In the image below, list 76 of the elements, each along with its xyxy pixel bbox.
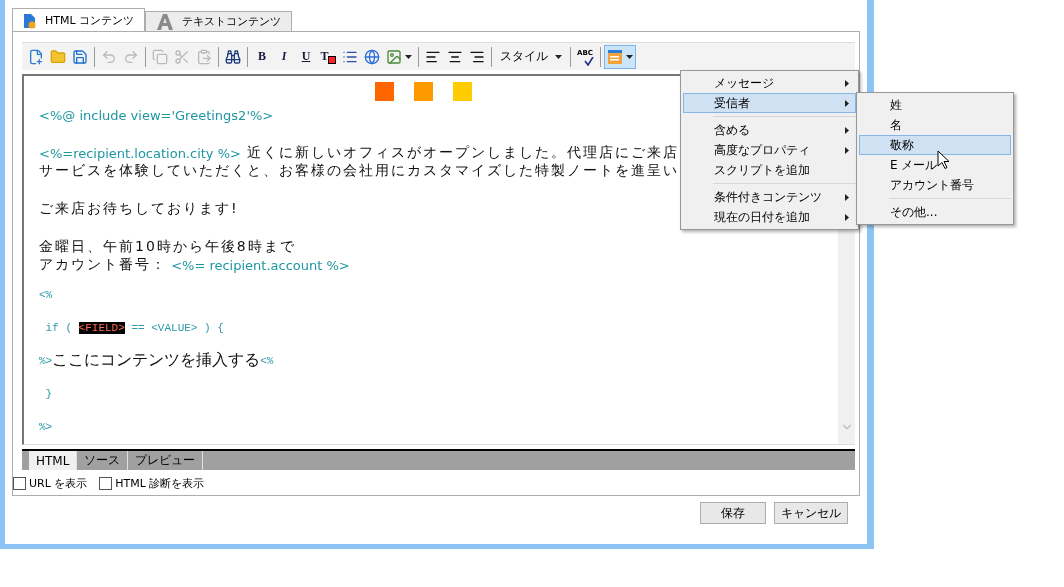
code-text: == <VALUE> ) { — [130, 321, 224, 334]
menu-item[interactable]: 含める — [683, 120, 856, 140]
mouse-pointer-icon — [937, 150, 950, 170]
menu-item[interactable]: 受信者 — [683, 93, 856, 113]
caret-icon — [405, 54, 412, 59]
submenu-arrow-icon — [845, 79, 849, 87]
field-placeholder: <FIELD> — [78, 321, 125, 334]
content-tab[interactable]: HTML コンテンツ — [12, 8, 146, 32]
code-text: if ( — [44, 321, 73, 334]
menu-item[interactable]: 条件付きコンテンツ — [683, 187, 856, 207]
body-text: ご来店お待ちしております! — [39, 200, 239, 218]
text-color-button[interactable]: T — [317, 44, 339, 69]
code-text: %> — [39, 354, 53, 367]
submenu-arrow-icon — [845, 126, 849, 134]
content-tab[interactable]: テキストコンテンツ — [145, 11, 293, 32]
code-text: <% — [260, 354, 274, 367]
image-icon — [386, 48, 402, 65]
body-text: 近くに新しいオフィスがオープンしました。代理店にご来店 — [246, 144, 680, 162]
folder-icon — [50, 48, 66, 65]
html-editor[interactable] — [22, 74, 855, 445]
check-icon — [583, 56, 594, 66]
underline-button[interactable]: U — [295, 44, 317, 69]
color-square-icon — [327, 55, 336, 64]
view-tab[interactable]: プレビュー — [128, 451, 204, 470]
menu-item[interactable]: スクリプトを追加 — [683, 160, 856, 180]
binoculars-icon — [225, 48, 241, 65]
menu-item[interactable]: 姓 — [859, 95, 1011, 115]
copy-icon — [152, 48, 168, 65]
menu-item[interactable]: 名 — [859, 115, 1011, 135]
new-document-icon — [28, 48, 44, 65]
globe-icon — [364, 48, 380, 65]
code-text: } — [44, 387, 53, 400]
undo-icon — [101, 48, 117, 65]
caret-icon — [625, 54, 633, 59]
checkbox-label: HTML 診断を表示 — [115, 476, 205, 491]
redo-icon — [123, 48, 139, 65]
html-document-icon — [23, 12, 37, 29]
submenu-arrow-icon — [845, 193, 849, 201]
panel-icon — [606, 48, 623, 65]
save-icon — [72, 48, 88, 65]
menu-item[interactable]: メッセージ — [683, 73, 856, 93]
code-text: <%=recipient.location.city %> — [39, 145, 241, 161]
menu-item[interactable]: 現在の日付を追加 — [683, 207, 856, 227]
submenu-arrow-icon — [845, 99, 849, 107]
code-text: <% — [39, 288, 53, 301]
view-tab[interactable]: HTML — [29, 451, 78, 470]
caret-icon — [555, 54, 562, 59]
option-checkbox[interactable]: HTML 診断を表示 — [99, 476, 205, 491]
option-checkbox[interactable]: URL を表示 — [13, 476, 88, 491]
checkbox[interactable] — [13, 477, 26, 490]
menu-item[interactable]: 高度なプロパティ — [683, 140, 856, 160]
dialog-button[interactable]: キャンセル — [774, 502, 848, 524]
cut-icon — [174, 48, 190, 65]
dialog-button[interactable]: 保存 — [700, 502, 766, 524]
letter-a-icon — [156, 13, 175, 30]
menu-item[interactable]: 敬称 — [859, 135, 1011, 155]
bold-button[interactable]: B — [251, 44, 273, 69]
code-text: <%@ include view='Greetings2'%> — [39, 107, 274, 123]
checkbox[interactable] — [99, 477, 113, 490]
italic-button[interactable]: I — [273, 44, 295, 69]
submenu-arrow-icon — [845, 146, 849, 154]
personalize-button[interactable] — [603, 44, 636, 69]
style-dropdown[interactable]: スタイル — [495, 44, 567, 69]
code-text: <%= recipient.account %> — [170, 257, 350, 273]
submenu-arrow-icon — [845, 213, 849, 221]
body-text: ここにコンテンツを挿入する — [52, 350, 261, 371]
code-text: %> — [39, 420, 53, 433]
menu-item[interactable]: その他... — [859, 202, 1011, 222]
body-text: サービスを体験していただくと、お客様の会社用にカスタマイズした特製ノートを進呈い — [39, 162, 679, 180]
body-text: アカウント番号： — [39, 256, 167, 274]
paste-icon — [196, 48, 212, 65]
view-tab[interactable]: ソース — [77, 451, 129, 470]
menu-item[interactable]: アカウント番号 — [859, 175, 1011, 195]
body-text: 金曜日、午前10時から午後8時まで — [39, 238, 296, 256]
checkbox-label: URL を表示 — [29, 476, 88, 491]
menu-item[interactable]: E メール — [859, 155, 1011, 175]
